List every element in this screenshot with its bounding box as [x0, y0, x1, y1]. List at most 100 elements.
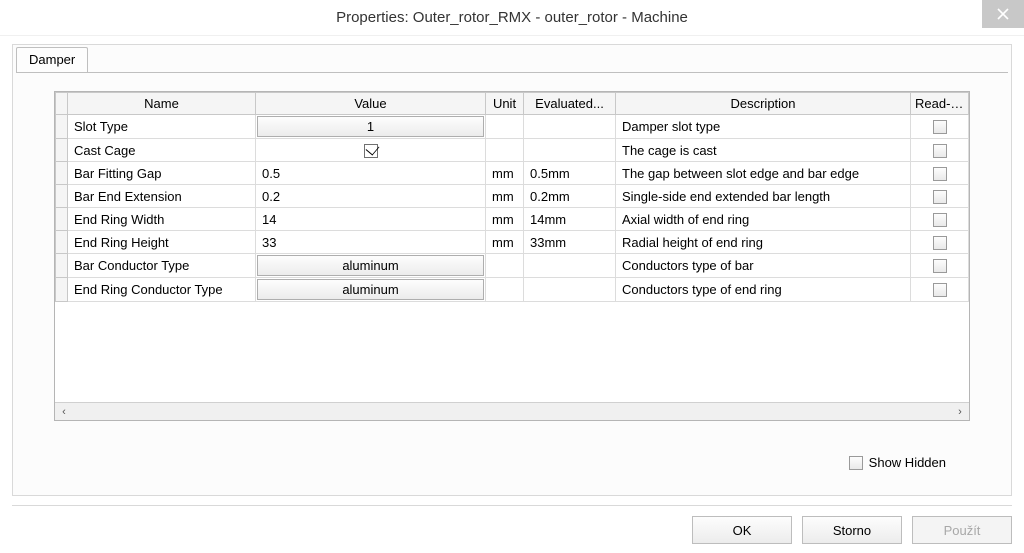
cell-evaluated[interactable]: 0.2mm: [524, 185, 616, 208]
cell-name[interactable]: End Ring Width: [68, 208, 256, 231]
header-gutter: [56, 93, 68, 115]
readonly-checkbox[interactable]: [933, 190, 947, 204]
cell-readonly[interactable]: [911, 139, 969, 162]
cell-evaluated[interactable]: [524, 139, 616, 162]
horizontal-scrollbar[interactable]: ‹ ›: [55, 402, 969, 420]
tab-damper[interactable]: Damper: [16, 47, 88, 73]
tab-strip: Damper: [13, 44, 1011, 72]
cell-evaluated[interactable]: 0.5mm: [524, 162, 616, 185]
cell-readonly[interactable]: [911, 278, 969, 302]
cell-description[interactable]: Damper slot type: [616, 115, 911, 139]
cancel-button[interactable]: Storno: [802, 516, 902, 544]
readonly-checkbox[interactable]: [933, 144, 947, 158]
table-row: Bar End Extension0.2mm0.2mmSingle-side e…: [56, 185, 969, 208]
cell-readonly[interactable]: [911, 208, 969, 231]
cell-name[interactable]: End Ring Height: [68, 231, 256, 254]
cell-value[interactable]: aluminum: [256, 278, 486, 302]
readonly-checkbox[interactable]: [933, 236, 947, 250]
cell-description[interactable]: The cage is cast: [616, 139, 911, 162]
titlebar: Properties: Outer_rotor_RMX - outer_roto…: [0, 0, 1024, 36]
cell-readonly[interactable]: [911, 115, 969, 139]
close-button[interactable]: [982, 0, 1024, 28]
ok-button[interactable]: OK: [692, 516, 792, 544]
row-gutter[interactable]: [56, 231, 68, 254]
cell-name[interactable]: Bar Conductor Type: [68, 254, 256, 278]
value-dropdown-button[interactable]: aluminum: [257, 255, 484, 276]
cell-unit[interactable]: [486, 115, 524, 139]
readonly-checkbox[interactable]: [933, 120, 947, 134]
value-dropdown-button[interactable]: 1: [257, 116, 484, 137]
table-row: End Ring Conductor Typealuminum Conductor…: [56, 278, 969, 302]
cell-unit[interactable]: [486, 278, 524, 302]
cell-unit[interactable]: mm: [486, 208, 524, 231]
scroll-left-arrow[interactable]: ‹: [55, 403, 73, 421]
cell-value[interactable]: [256, 139, 486, 162]
cell-evaluated[interactable]: 14mm: [524, 208, 616, 231]
cell-description[interactable]: Single-side end extended bar length: [616, 185, 911, 208]
cell-evaluated[interactable]: [524, 278, 616, 302]
show-hidden-checkbox[interactable]: [849, 456, 863, 470]
row-gutter[interactable]: [56, 185, 68, 208]
apply-button: Použít: [912, 516, 1012, 544]
cell-readonly[interactable]: [911, 254, 969, 278]
scroll-right-arrow[interactable]: ›: [951, 403, 969, 421]
row-gutter[interactable]: [56, 162, 68, 185]
cell-unit[interactable]: mm: [486, 231, 524, 254]
header-evaluated[interactable]: Evaluated...: [524, 93, 616, 115]
cell-value[interactable]: 33: [256, 231, 486, 254]
row-gutter[interactable]: [56, 115, 68, 139]
cell-description[interactable]: Radial height of end ring: [616, 231, 911, 254]
table-row: Bar Fitting Gap0.5mm0.5mmThe gap between…: [56, 162, 969, 185]
cell-value[interactable]: 0.2: [256, 185, 486, 208]
readonly-checkbox[interactable]: [933, 259, 947, 273]
header-name[interactable]: Name: [68, 93, 256, 115]
scroll-track[interactable]: [73, 403, 951, 420]
cell-name[interactable]: Slot Type: [68, 115, 256, 139]
cell-evaluated[interactable]: [524, 254, 616, 278]
header-unit[interactable]: Unit: [486, 93, 524, 115]
row-gutter[interactable]: [56, 278, 68, 302]
row-gutter[interactable]: [56, 254, 68, 278]
dialog-panel: Damper Name Value Unit Evalu: [12, 44, 1012, 496]
dialog-button-bar: OK Storno Použít: [12, 505, 1012, 543]
cell-readonly[interactable]: [911, 185, 969, 208]
cell-readonly[interactable]: [911, 162, 969, 185]
value-dropdown-button[interactable]: aluminum: [257, 279, 484, 300]
cell-evaluated[interactable]: 33mm: [524, 231, 616, 254]
show-hidden-label: Show Hidden: [869, 455, 946, 470]
cell-value[interactable]: 14: [256, 208, 486, 231]
row-gutter[interactable]: [56, 139, 68, 162]
cell-unit[interactable]: mm: [486, 185, 524, 208]
readonly-checkbox[interactable]: [933, 167, 947, 181]
tab-content: Name Value Unit Evaluated... Description…: [16, 72, 1008, 492]
table-row: Bar Conductor Typealuminum Conductors typ…: [56, 254, 969, 278]
cell-name[interactable]: Cast Cage: [68, 139, 256, 162]
close-icon: [997, 8, 1009, 20]
cell-name[interactable]: Bar Fitting Gap: [68, 162, 256, 185]
cell-value[interactable]: aluminum: [256, 254, 486, 278]
cell-unit[interactable]: [486, 254, 524, 278]
cell-name[interactable]: End Ring Conductor Type: [68, 278, 256, 302]
value-checkbox[interactable]: [364, 144, 378, 158]
cell-description[interactable]: Axial width of end ring: [616, 208, 911, 231]
cell-name[interactable]: Bar End Extension: [68, 185, 256, 208]
cell-description[interactable]: Conductors type of end ring: [616, 278, 911, 302]
readonly-checkbox[interactable]: [933, 283, 947, 297]
cell-unit[interactable]: mm: [486, 162, 524, 185]
cell-description[interactable]: The gap between slot edge and bar edge: [616, 162, 911, 185]
header-readonly[interactable]: Read-o...: [911, 93, 969, 115]
header-value[interactable]: Value: [256, 93, 486, 115]
cell-readonly[interactable]: [911, 231, 969, 254]
readonly-checkbox[interactable]: [933, 213, 947, 227]
cell-value[interactable]: 1: [256, 115, 486, 139]
window-title: Properties: Outer_rotor_RMX - outer_roto…: [336, 9, 688, 26]
cell-description[interactable]: Conductors type of bar: [616, 254, 911, 278]
show-hidden-option[interactable]: Show Hidden: [849, 455, 946, 470]
row-gutter[interactable]: [56, 208, 68, 231]
properties-table: Name Value Unit Evaluated... Description…: [55, 92, 969, 302]
cell-unit[interactable]: [486, 139, 524, 162]
cell-evaluated[interactable]: [524, 115, 616, 139]
cell-value[interactable]: 0.5: [256, 162, 486, 185]
properties-grid: Name Value Unit Evaluated... Description…: [54, 91, 970, 421]
header-description[interactable]: Description: [616, 93, 911, 115]
